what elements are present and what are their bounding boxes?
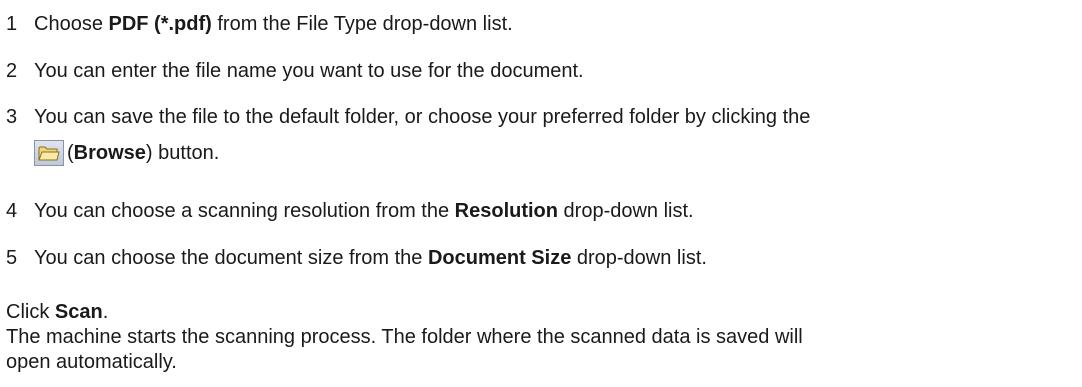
description-line-1: The machine starts the scanning process.… bbox=[6, 326, 803, 348]
step-emphasis: PDF (*.pdf) bbox=[108, 13, 212, 35]
step-number: 1 bbox=[6, 13, 18, 35]
step-1: 1 Choose PDF (*.pdf) from the File Type d… bbox=[6, 12, 513, 36]
step-text-tail: drop-down list. bbox=[558, 200, 694, 222]
step-text: You can save the file to the default fol… bbox=[34, 106, 811, 128]
step-text-tail: from the File Type drop-down list. bbox=[211, 13, 513, 35]
step-5: 5 You can choose the document size from t… bbox=[6, 246, 707, 270]
step-text: You can choose a scanning resolution fro… bbox=[34, 200, 455, 222]
browse-label: Browse bbox=[73, 142, 146, 164]
step-number: 5 bbox=[6, 247, 18, 269]
step-2: 2 You can enter the file name you want to… bbox=[6, 59, 584, 83]
step-3-continuation: (Browse) button. bbox=[34, 138, 219, 168]
step-text: You can choose the document size from th… bbox=[34, 247, 428, 269]
step-text: Choose bbox=[34, 13, 109, 35]
step-3: 3 You can save the file to the default fo… bbox=[6, 105, 810, 129]
step-text-tail: ) button. bbox=[145, 142, 220, 164]
step-text: ( bbox=[67, 142, 74, 164]
step-text-tail: drop-down list. bbox=[571, 247, 707, 269]
step-text: You can enter the file name you want to … bbox=[34, 60, 584, 82]
scan-label: Scan bbox=[54, 301, 103, 323]
step-emphasis: Resolution bbox=[454, 200, 558, 222]
description-line-2: open automatically. bbox=[6, 351, 177, 373]
step-number: 4 bbox=[6, 200, 18, 222]
step-number: 2 bbox=[6, 60, 18, 82]
step-4: 4 You can choose a scanning resolution fr… bbox=[6, 199, 694, 223]
step-number: 3 bbox=[6, 106, 18, 128]
step-emphasis: Document Size bbox=[427, 247, 572, 269]
folder-icon bbox=[34, 140, 64, 166]
final-text-tail: . bbox=[102, 301, 109, 323]
click-scan-line: Click Scan. bbox=[6, 300, 108, 324]
final-text: Click bbox=[6, 301, 55, 323]
